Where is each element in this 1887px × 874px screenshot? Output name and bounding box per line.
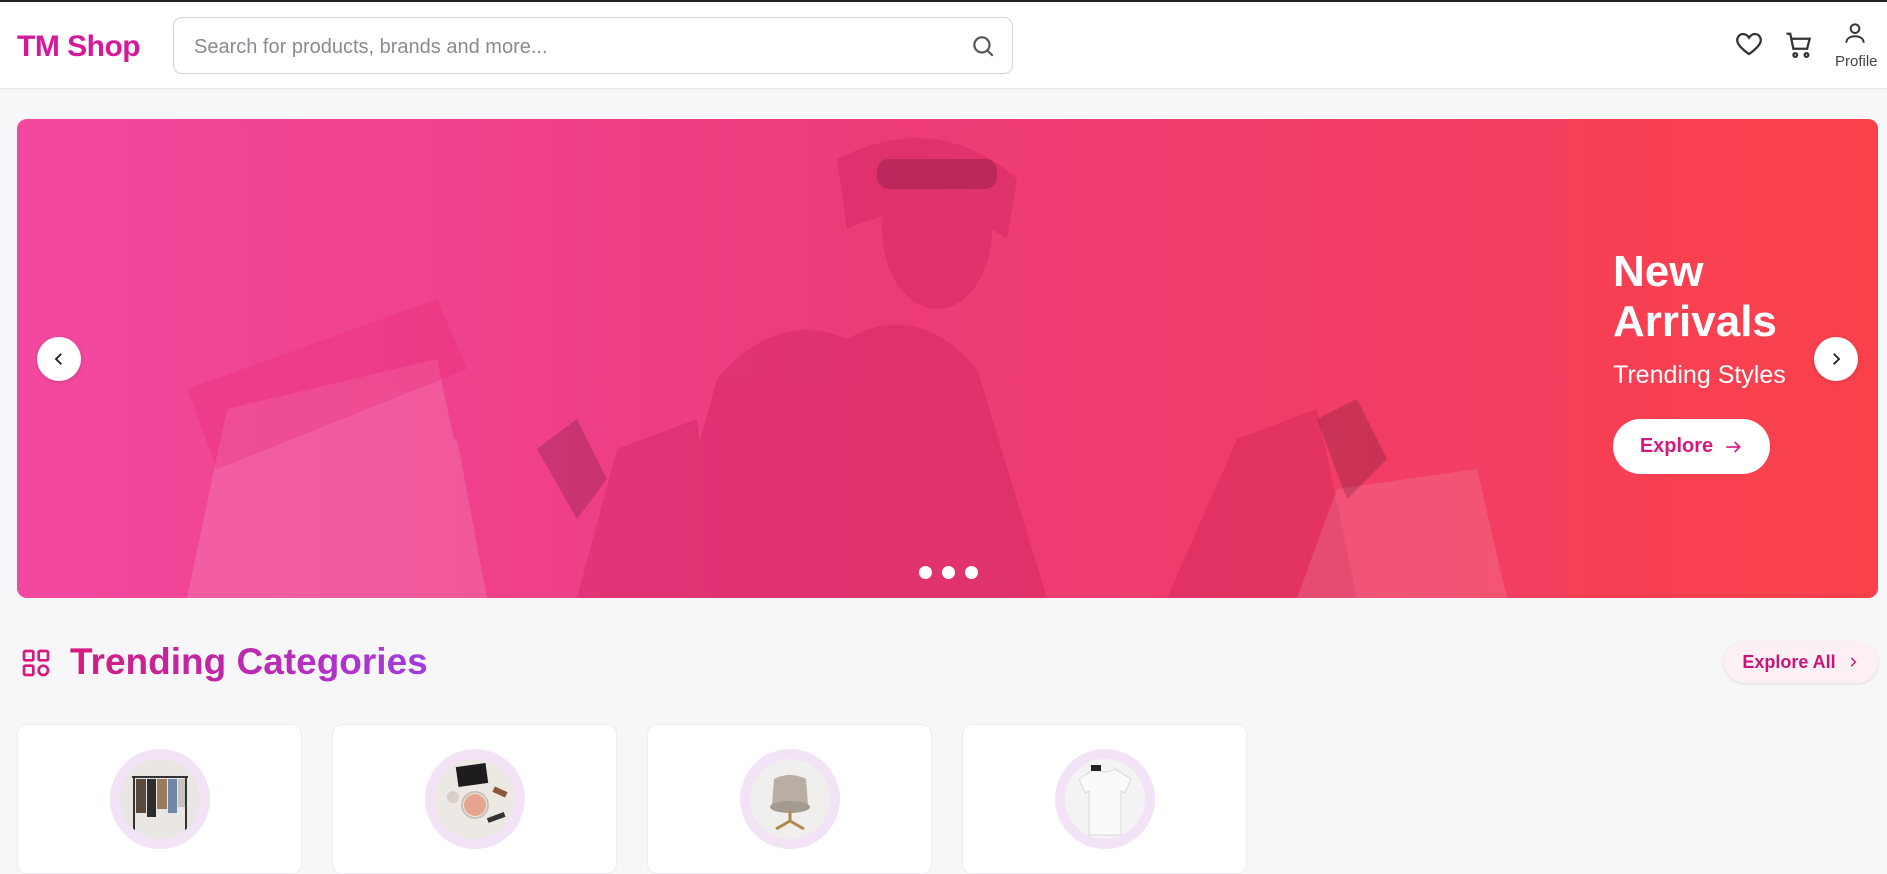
category-image-frame (110, 749, 210, 849)
hero-background-image (17, 119, 1878, 598)
top-header: TM Shop Search for products, brands and … (0, 2, 1887, 89)
carousel-dots (919, 566, 978, 579)
grid-icon (22, 649, 50, 677)
carousel-dot-3[interactable] (965, 566, 978, 579)
category-card[interactable] (647, 724, 932, 874)
tshirt-image (1065, 759, 1145, 839)
category-card[interactable] (962, 724, 1247, 874)
category-image-frame (425, 749, 525, 849)
search-bar[interactable]: Search for products, brands and more... (173, 17, 1013, 74)
search-input[interactable]: Search for products, brands and more... (194, 36, 548, 59)
explore-button-label: Explore (1639, 435, 1714, 457)
search-icon[interactable] (970, 33, 996, 59)
category-image-frame (1055, 749, 1155, 849)
user-icon[interactable] (1842, 20, 1868, 46)
cosmetics-image (435, 759, 515, 839)
heart-icon[interactable] (1734, 29, 1764, 59)
hero-banner[interactable]: New Arrivals Trending Styles Explore (17, 119, 1878, 598)
carousel-dot-1[interactable] (919, 566, 932, 579)
hero-title: New Arrivals (1613, 247, 1777, 346)
carousel-next-button[interactable] (1814, 337, 1858, 381)
explore-all-button[interactable]: Explore All (1724, 641, 1878, 683)
explore-all-label: Explore All (1742, 651, 1836, 672)
explore-button[interactable]: Explore (1613, 419, 1770, 474)
category-card[interactable] (332, 724, 617, 874)
cart-icon[interactable] (1784, 30, 1814, 60)
profile-label[interactable]: Profile (1835, 53, 1878, 70)
chevron-left-icon (54, 353, 62, 365)
brand-logo[interactable]: TM Shop (17, 30, 141, 64)
carousel-prev-button[interactable] (37, 337, 81, 381)
clothing-rack-image (120, 759, 200, 839)
category-card[interactable] (17, 724, 302, 874)
hero-subtitle: Trending Styles (1613, 361, 1786, 389)
category-image-frame (740, 749, 840, 849)
chevron-right-icon (1833, 353, 1841, 365)
section-title: Trending Categories (70, 641, 428, 682)
arrow-right-icon (1726, 440, 1742, 453)
chevron-right-icon (1850, 657, 1857, 667)
carousel-dot-2[interactable] (942, 566, 955, 579)
chair-image (750, 759, 830, 839)
hero-text-block: New Arrivals Trending Styles (1613, 247, 1813, 390)
